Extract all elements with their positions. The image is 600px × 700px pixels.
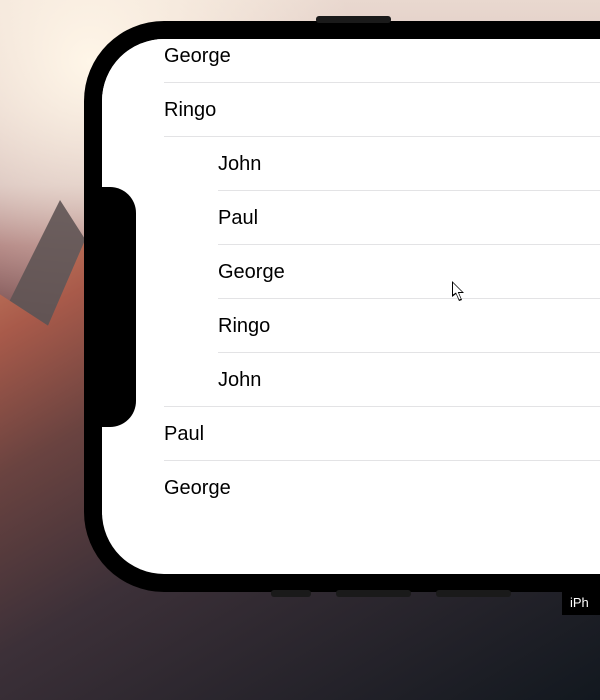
row-label: George bbox=[164, 39, 231, 83]
hardware-button bbox=[316, 16, 391, 23]
window-title-text: iPh bbox=[570, 595, 589, 610]
row-label: George bbox=[164, 461, 231, 515]
row-label: Ringo bbox=[164, 83, 216, 137]
phone-notch bbox=[102, 187, 136, 427]
row-label: Paul bbox=[218, 191, 258, 245]
table-view[interactable]: George Ringo John Paul George Ringo John… bbox=[102, 39, 600, 515]
window-title-fragment: iPh bbox=[562, 591, 600, 615]
hardware-button bbox=[271, 590, 311, 597]
row-label: Ringo bbox=[218, 299, 270, 353]
hardware-button bbox=[436, 590, 511, 597]
row-label: John bbox=[218, 137, 261, 191]
hardware-button bbox=[336, 590, 411, 597]
table-row[interactable]: George bbox=[102, 39, 600, 83]
table-row[interactable]: Ringo bbox=[102, 299, 600, 353]
phone-frame: George Ringo John Paul George Ringo John… bbox=[86, 23, 600, 590]
phone-screen[interactable]: George Ringo John Paul George Ringo John… bbox=[102, 39, 600, 574]
table-row[interactable]: Ringo bbox=[102, 83, 600, 137]
table-row[interactable]: Paul bbox=[102, 407, 600, 461]
table-row[interactable]: George bbox=[102, 245, 600, 299]
row-label: Paul bbox=[164, 407, 204, 461]
row-label: George bbox=[218, 245, 285, 299]
table-row[interactable]: John bbox=[102, 137, 600, 191]
table-row[interactable]: George bbox=[102, 461, 600, 515]
table-row[interactable]: Paul bbox=[102, 191, 600, 245]
table-row[interactable]: John bbox=[102, 353, 600, 407]
row-label: John bbox=[218, 353, 261, 407]
